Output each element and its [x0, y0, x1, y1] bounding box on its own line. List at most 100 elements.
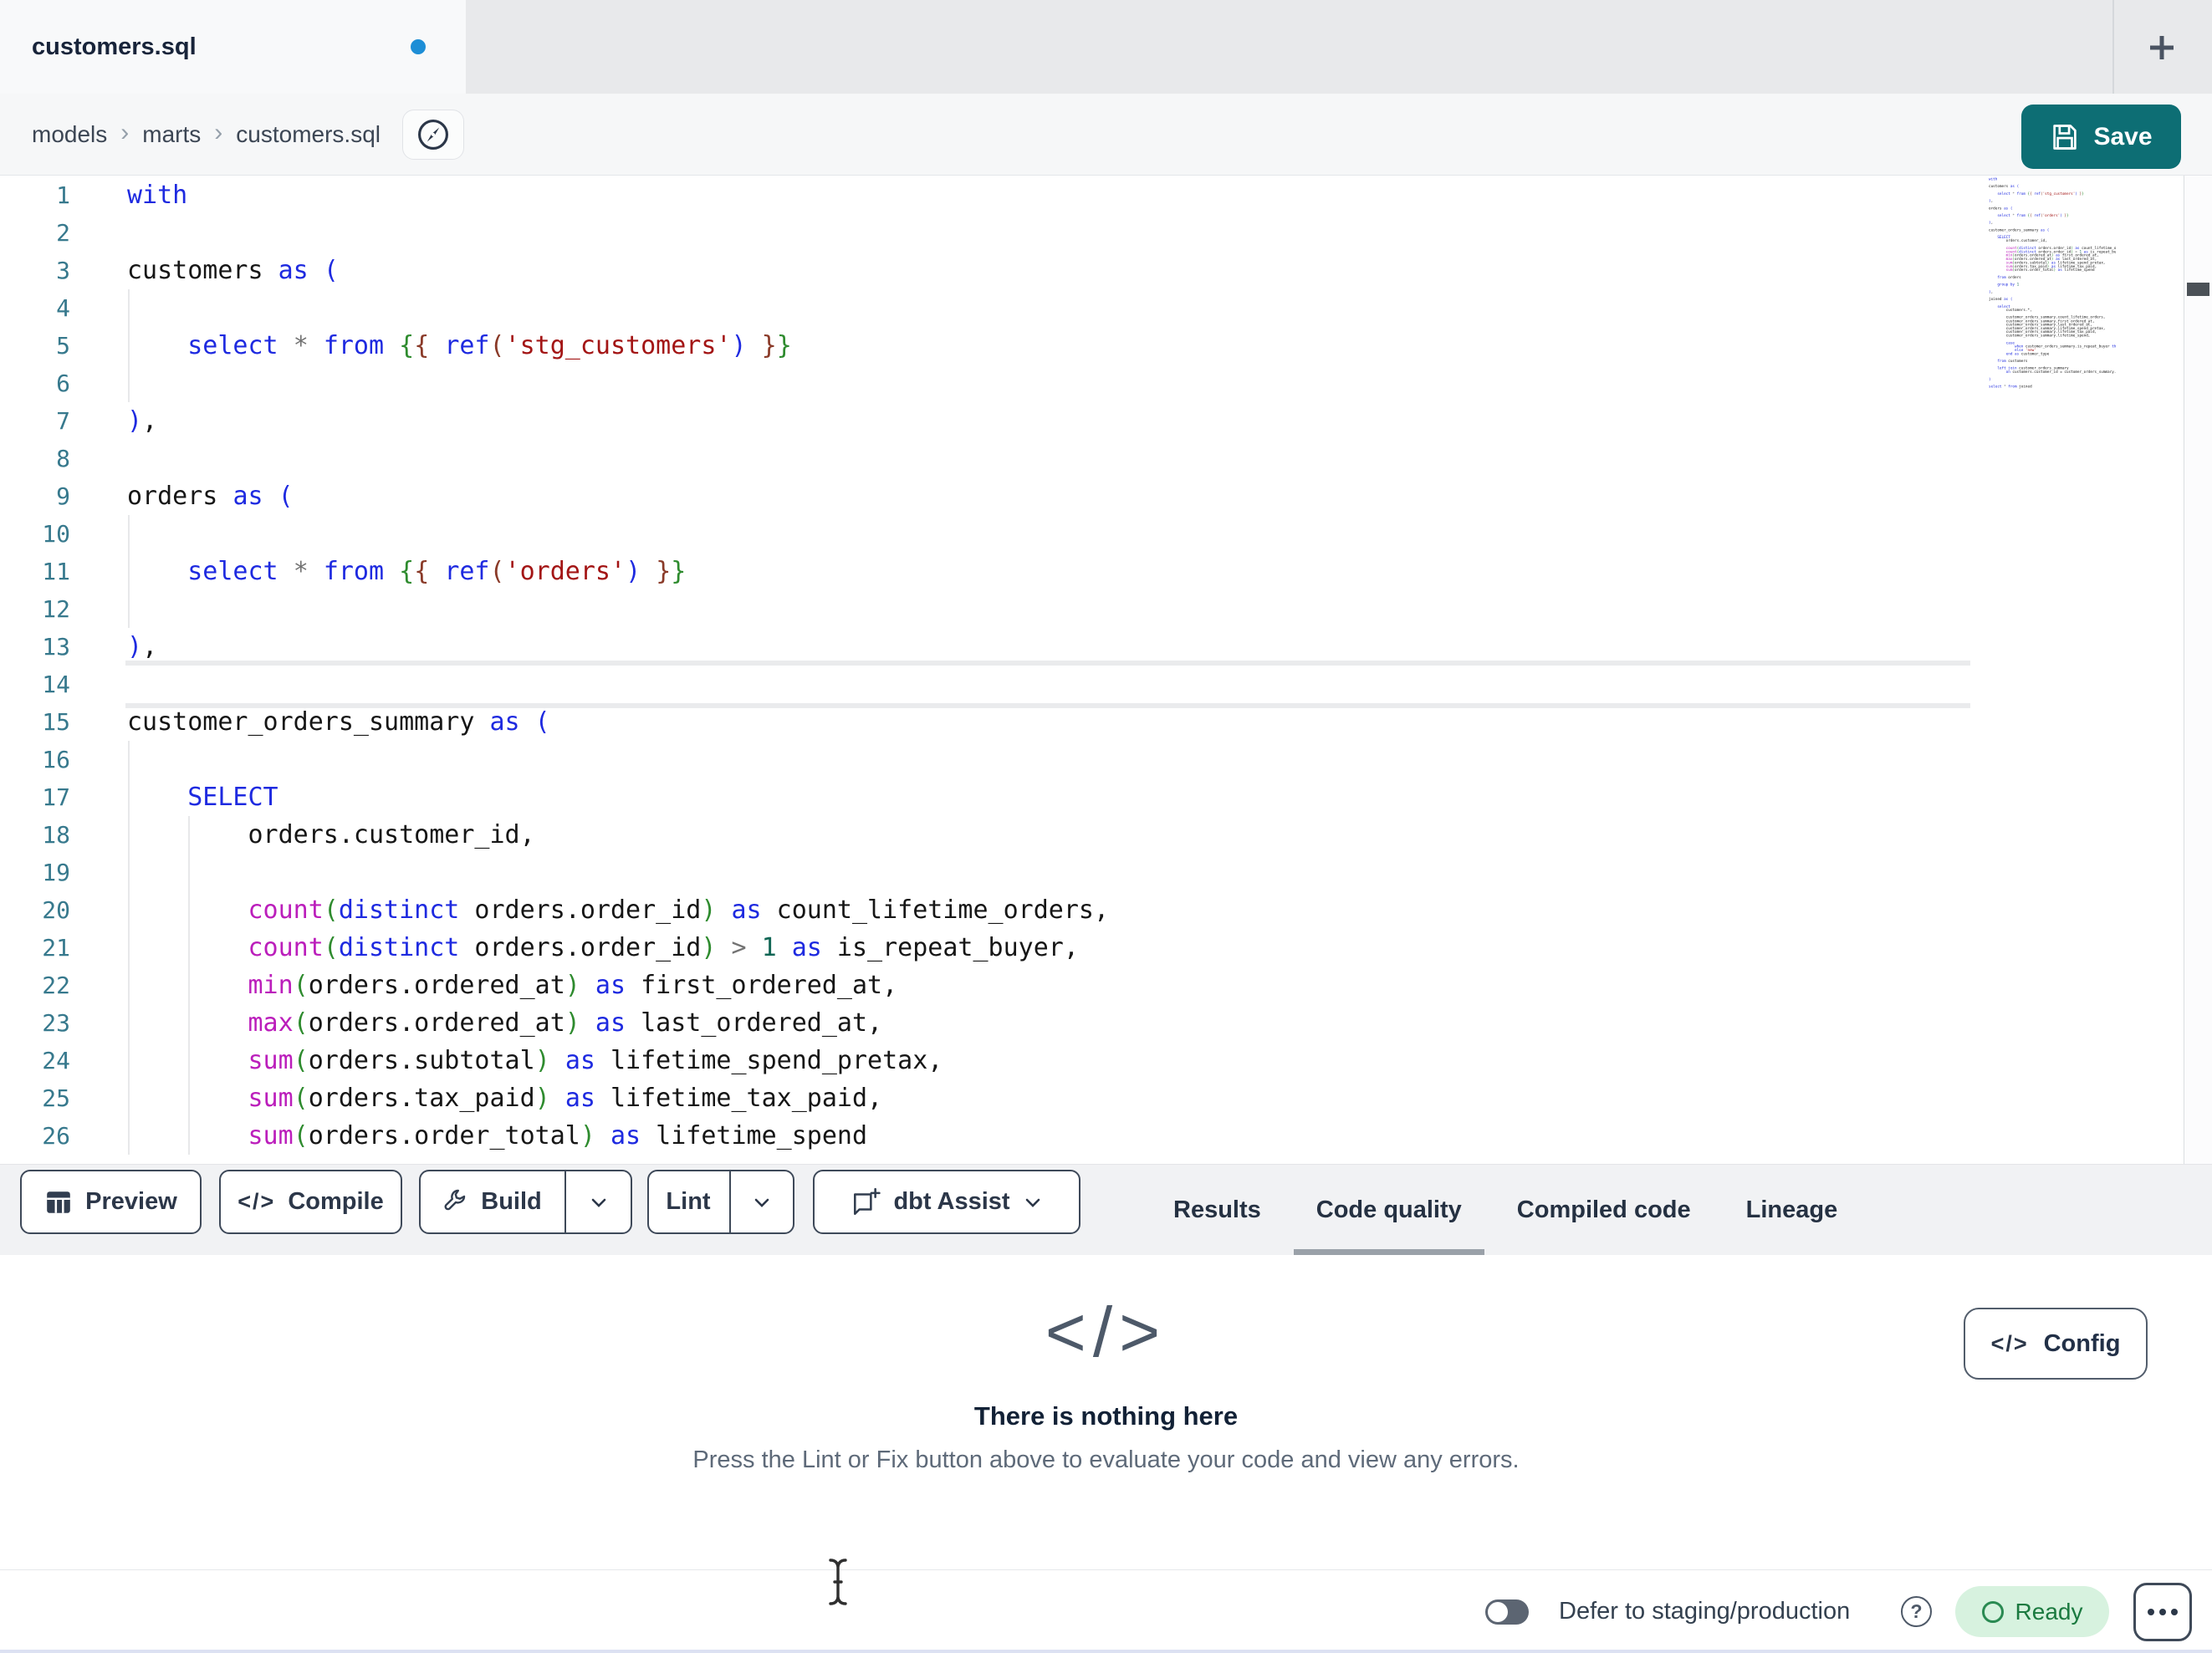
code-empty-icon: </>	[1045, 1293, 1167, 1371]
minimap[interactable]: with customers as ( select * from {{ ref(…	[1989, 177, 2116, 428]
line-number: 10	[42, 520, 70, 548]
editor-toolbar: Preview </> Compile Build Lint dbt Assis…	[0, 1164, 2212, 1255]
compile-button[interactable]: </> Compile	[219, 1170, 402, 1234]
breadcrumb-marts[interactable]: marts	[142, 121, 201, 148]
code-line[interactable]: 11 select * from {{ ref('orders') }}	[0, 553, 2212, 590]
code-line[interactable]: 25 sum(orders.tax_paid) as lifetime_tax_…	[0, 1079, 2212, 1117]
line-number: 5	[56, 332, 70, 360]
build-button[interactable]: Build	[419, 1170, 632, 1234]
code-line[interactable]: 15 customer_orders_summary as (	[0, 703, 2212, 741]
tab-compiled-code[interactable]: Compiled code	[1494, 1165, 1714, 1255]
save-floppy-icon	[2053, 124, 2077, 150]
ready-circle-icon	[1981, 1600, 2004, 1623]
lint-button-label: Lint	[666, 1188, 711, 1215]
code-quality-panel: </> There is nothing here Press the Lint…	[0, 1255, 2212, 1569]
breadcrumb-separator: ›	[120, 118, 130, 146]
code-line[interactable]: 6	[0, 365, 2212, 402]
empty-state-title: There is nothing here	[973, 1401, 1239, 1431]
breadcrumb-models[interactable]: models	[32, 121, 107, 148]
tab-title: customers.sql	[32, 33, 197, 60]
panel-tabs: Results Code quality Compiled code Linea…	[1151, 1165, 1860, 1255]
ellipsis-dot	[2171, 1609, 2178, 1615]
breadcrumb-file[interactable]: customers.sql	[236, 121, 381, 148]
editor-scrollbar-thumb[interactable]	[2187, 283, 2209, 296]
code-line[interactable]: 13),	[0, 628, 2212, 666]
help-icon[interactable]: ?	[1901, 1596, 1932, 1627]
tab-compiled-code-label: Compiled code	[1516, 1196, 1691, 1223]
code-line[interactable]: 4	[0, 289, 2212, 327]
line-number: 26	[42, 1122, 70, 1150]
tabbar-divider	[2112, 0, 2114, 94]
chevron-down-icon	[754, 1198, 769, 1207]
dbt-assist-label: dbt Assist	[893, 1188, 1010, 1215]
line-number: 25	[42, 1084, 70, 1112]
line-number: 22	[42, 972, 70, 999]
line-number: 14	[42, 671, 70, 698]
breadcrumb-row: models › marts › customers.sql Save	[0, 94, 2212, 176]
lint-dropdown-button[interactable]	[729, 1171, 793, 1232]
code-line[interactable]: 16	[0, 741, 2212, 778]
line-number: 8	[56, 445, 70, 472]
save-button[interactable]: Save	[2021, 105, 2181, 169]
build-dropdown-button[interactable]	[564, 1171, 631, 1232]
code-line[interactable]: 21 count(distinct orders.order_id) > 1 a…	[0, 929, 2212, 967]
breadcrumb-separator: ›	[214, 118, 223, 146]
toggle-knob	[1488, 1602, 1508, 1622]
line-number: 21	[42, 934, 70, 962]
tab-bar: customers.sql	[0, 0, 2212, 94]
code-line[interactable]: 5 select * from {{ ref('stg_customers') …	[0, 327, 2212, 365]
code-line[interactable]: 20 count(distinct orders.order_id) as co…	[0, 891, 2212, 929]
tab-lineage-label: Lineage	[1745, 1196, 1838, 1223]
code-line[interactable]: 14	[0, 666, 2212, 703]
tab-lineage[interactable]: Lineage	[1724, 1165, 1861, 1255]
code-line[interactable]: 1 with	[0, 176, 2212, 214]
tab-results[interactable]: Results	[1151, 1165, 1284, 1255]
line-number: 12	[42, 595, 70, 623]
line-number: 6	[56, 370, 70, 397]
code-line[interactable]: 19	[0, 854, 2212, 891]
code-line[interactable]: 18 orders.customer_id,	[0, 816, 2212, 854]
defer-toggle[interactable]	[1485, 1599, 1529, 1625]
editor-scrollbar[interactable]	[2184, 176, 2212, 1164]
new-tab-button[interactable]	[2143, 28, 2181, 67]
code-line[interactable]: 9 orders as (	[0, 477, 2212, 515]
code-line[interactable]: 10	[0, 515, 2212, 553]
save-button-label: Save	[2093, 122, 2153, 151]
line-number: 18	[42, 821, 70, 849]
config-button[interactable]: </> Config	[1964, 1308, 2148, 1380]
preview-button[interactable]: Preview	[20, 1170, 202, 1234]
code-line[interactable]: 24 sum(orders.subtotal) as lifetime_spen…	[0, 1042, 2212, 1079]
compass-icon	[418, 119, 448, 150]
code-line[interactable]: 7),	[0, 402, 2212, 440]
code-editor[interactable]: 1 with 2 3 customers as (4 5 select * from {{…	[0, 176, 2212, 1164]
code-line[interactable]: 22 min(orders.ordered_at) as first_order…	[0, 967, 2212, 1004]
code-line[interactable]: 23 max(orders.ordered_at) as last_ordere…	[0, 1004, 2212, 1042]
code-line[interactable]: 8	[0, 440, 2212, 477]
ready-label: Ready	[2015, 1598, 2083, 1625]
wrench-icon	[444, 1189, 466, 1210]
code-line[interactable]: 26 sum(orders.order_total) as lifetime_s…	[0, 1117, 2212, 1155]
code-line[interactable]: 2	[0, 214, 2212, 252]
tab-customers-sql[interactable]: customers.sql	[0, 0, 466, 94]
more-options-button[interactable]	[2133, 1583, 2192, 1641]
chevron-down-icon	[1025, 1198, 1040, 1207]
compile-button-label: Compile	[288, 1188, 384, 1215]
line-number: 20	[42, 896, 70, 924]
line-number: 17	[42, 783, 70, 811]
line-number: 2	[56, 219, 70, 247]
line-number: 7	[56, 407, 70, 435]
ellipsis-dot	[2159, 1609, 2166, 1615]
code-line[interactable]: 12	[0, 590, 2212, 628]
code-line[interactable]: 17 SELECT	[0, 778, 2212, 816]
text-cursor-pointer	[829, 1559, 847, 1605]
tab-code-quality[interactable]: Code quality	[1293, 1165, 1484, 1255]
lint-button[interactable]: Lint	[647, 1170, 794, 1234]
assist-chat-sparkle-icon	[854, 1187, 881, 1215]
dbt-assist-button[interactable]: dbt Assist	[813, 1170, 1080, 1234]
line-number: 15	[42, 708, 70, 736]
line-number: 24	[42, 1047, 70, 1074]
compass-icon-button[interactable]	[401, 109, 464, 160]
code-line[interactable]: 3 customers as (	[0, 252, 2212, 289]
unsaved-changes-icon	[411, 39, 426, 54]
line-number: 3	[56, 257, 70, 284]
